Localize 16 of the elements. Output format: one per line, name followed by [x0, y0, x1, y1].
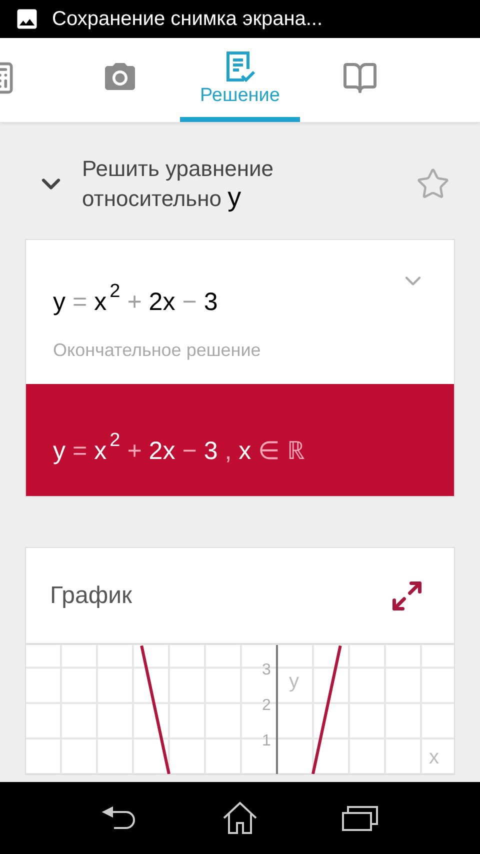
tab[interactable]: Решение — [180, 38, 300, 122]
y-tick-label: 3 — [262, 662, 271, 679]
card-title: График — [50, 580, 132, 610]
star-icon[interactable] — [416, 166, 450, 200]
notification-text: Сохранение снимка экрана... — [52, 7, 323, 32]
home-icon[interactable] — [222, 801, 258, 835]
y-tick-label: 2 — [262, 697, 271, 714]
recent-apps-icon[interactable] — [342, 805, 378, 831]
x-axis-label: x — [429, 746, 439, 768]
y-tick-label: 1 — [262, 732, 271, 750]
expand-icon[interactable] — [390, 578, 424, 612]
checked-document-icon — [224, 50, 256, 84]
y-axis-label: y — [288, 670, 299, 693]
caption: Окончательное решение — [53, 339, 262, 362]
back-icon[interactable] — [102, 806, 138, 830]
problem-title: Решить уравнение относительно y — [82, 155, 275, 213]
